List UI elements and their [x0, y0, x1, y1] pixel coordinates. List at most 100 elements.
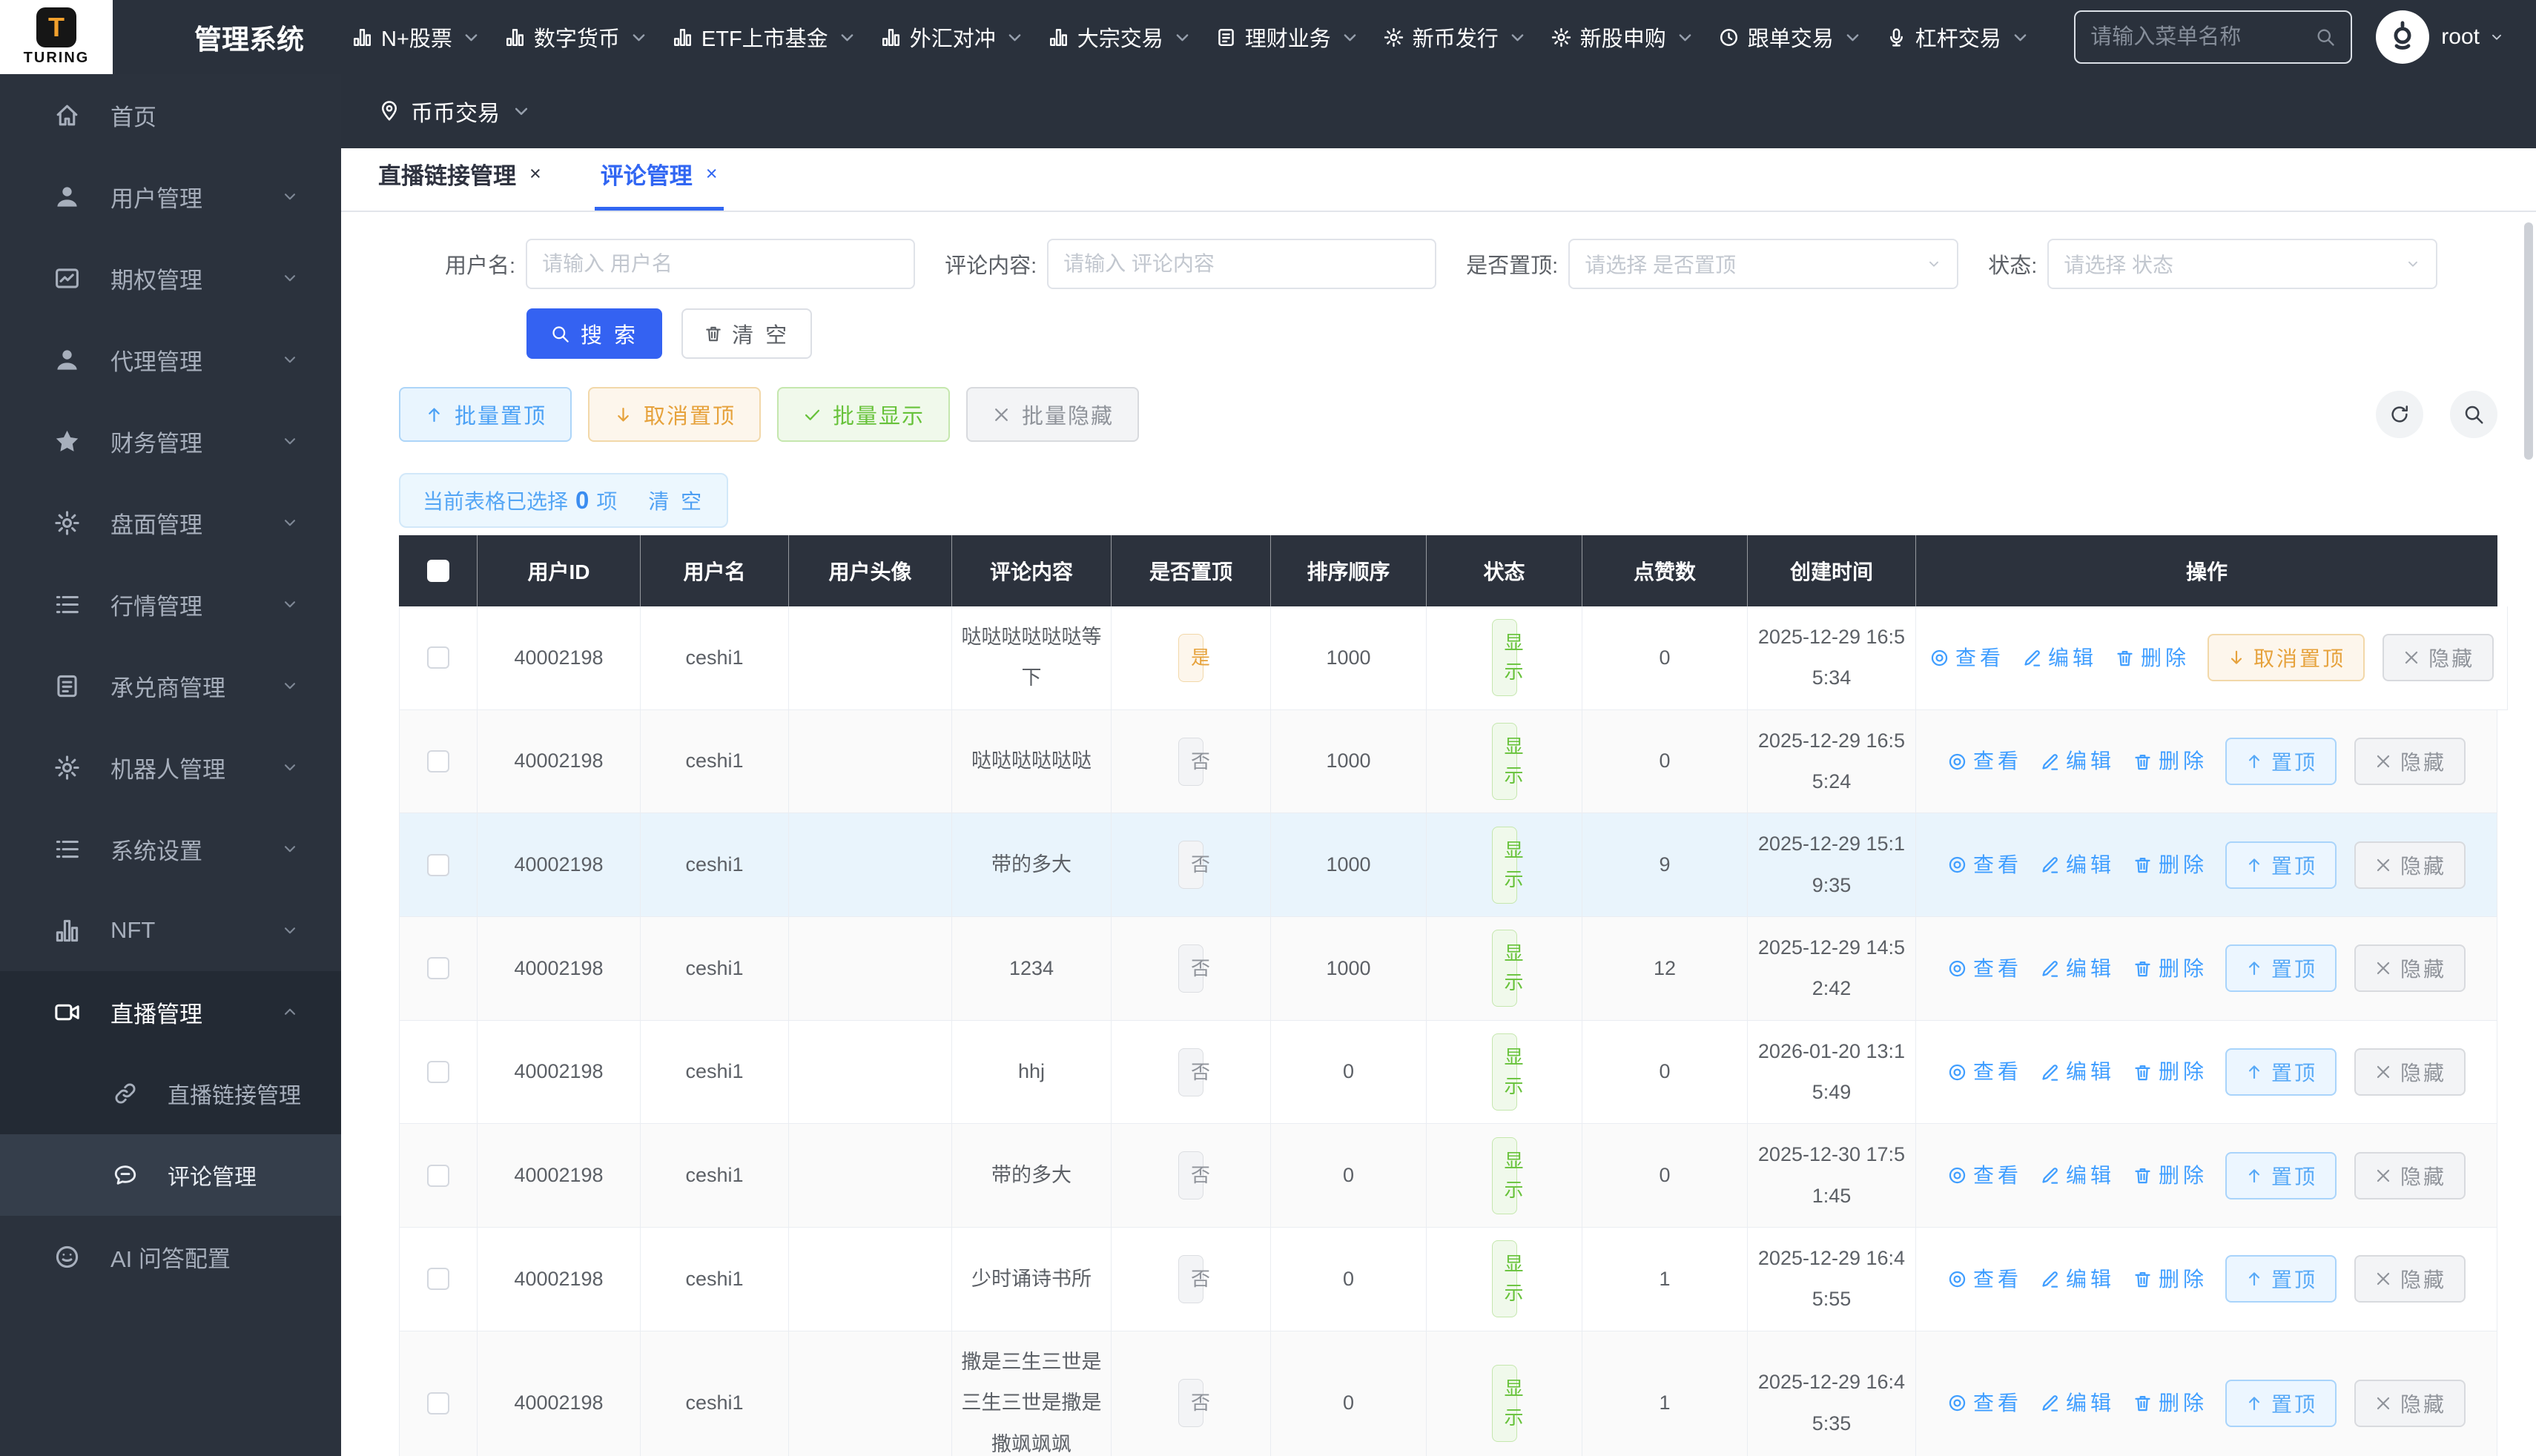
row-checkbox[interactable] [427, 1061, 449, 1083]
vertical-scrollbar[interactable] [2524, 222, 2533, 460]
top-menu-item[interactable]: 大宗交易 [1048, 21, 1193, 53]
select-all-checkbox[interactable] [427, 560, 449, 582]
clear-button[interactable]: 清 空 [681, 308, 812, 359]
tab-close-icon[interactable]: × [706, 162, 718, 185]
top-menu-item[interactable]: 外汇对冲 [880, 21, 1026, 53]
tab-close-icon[interactable]: × [529, 162, 541, 185]
row-checkbox[interactable] [427, 750, 449, 772]
toggle-top-button[interactable]: 置顶 [2225, 841, 2337, 889]
comment-filter-input[interactable] [1047, 239, 1436, 289]
top-menu-item[interactable]: 杠杆交易 [1886, 21, 2031, 53]
delete-link[interactable]: 删除 [2133, 844, 2208, 886]
batch-action-button[interactable]: 批量置顶 [399, 387, 572, 442]
delete-link[interactable]: 删除 [2133, 1258, 2208, 1300]
edit-link[interactable]: 编辑 [2040, 844, 2115, 886]
x-icon [2374, 959, 2393, 978]
hide-button[interactable]: 隐藏 [2354, 1152, 2466, 1199]
delete-link[interactable]: 删除 [2115, 637, 2190, 679]
top-menu-item[interactable]: N+股票 [351, 21, 482, 53]
pinned-filter-select[interactable]: 请选择 是否置顶 [1568, 239, 1958, 289]
top-menu-item[interactable]: 新币发行 [1383, 21, 1528, 53]
toggle-top-button[interactable]: 置顶 [2225, 1048, 2337, 1096]
view-link[interactable]: 查看 [1947, 1258, 2022, 1300]
selection-clear-link[interactable]: 清 空 [648, 486, 704, 515]
logo[interactable]: T TURING [0, 0, 113, 74]
hide-button[interactable]: 隐藏 [2354, 738, 2466, 785]
page-tab[interactable]: 评论管理 × [595, 157, 724, 211]
delete-link[interactable]: 删除 [2133, 1050, 2208, 1093]
delete-link[interactable]: 删除 [2133, 740, 2208, 782]
sidebar-item[interactable]: 用户管理 [0, 156, 341, 237]
delete-link[interactable]: 删除 [2133, 1154, 2208, 1197]
view-link[interactable]: 查看 [1947, 1050, 2022, 1093]
row-checkbox[interactable] [427, 1392, 449, 1414]
top-menu-item[interactable]: 理财业务 [1215, 21, 1361, 53]
edit-link[interactable]: 编辑 [2022, 637, 2097, 679]
page-tab[interactable]: 直播链接管理 × [372, 157, 547, 211]
edit-link[interactable]: 编辑 [2040, 1382, 2115, 1424]
refresh-button[interactable] [2376, 391, 2423, 438]
top-menu-item[interactable]: 跟单交易 [1718, 21, 1863, 53]
row-checkbox[interactable] [427, 646, 449, 669]
toggle-top-button[interactable]: 取消置顶 [2208, 634, 2365, 681]
toggle-top-button[interactable]: 置顶 [2225, 1152, 2337, 1199]
view-link[interactable]: 查看 [1947, 740, 2022, 782]
hide-button[interactable]: 隐藏 [2354, 944, 2466, 992]
sidebar-item[interactable]: 期权管理 [0, 237, 341, 319]
sidebar-item[interactable]: 直播链接管理 [0, 1053, 341, 1134]
row-checkbox[interactable] [427, 854, 449, 876]
edit-link[interactable]: 编辑 [2040, 1258, 2115, 1300]
edit-link[interactable]: 编辑 [2040, 1050, 2115, 1093]
toggle-top-button[interactable]: 置顶 [2225, 944, 2337, 992]
view-link[interactable]: 查看 [1929, 637, 2004, 679]
market-selector[interactable]: 币币交易 [341, 74, 2536, 148]
row-checkbox[interactable] [427, 1268, 449, 1290]
toggle-top-button[interactable]: 置顶 [2225, 738, 2337, 785]
edit-link[interactable]: 编辑 [2040, 740, 2115, 782]
row-checkbox[interactable] [427, 1165, 449, 1187]
search-button[interactable]: 搜 索 [526, 308, 662, 359]
user-avatar[interactable] [2376, 10, 2429, 64]
cell-username: ceshi1 [641, 1021, 789, 1125]
batch-action-button[interactable]: 取消置顶 [588, 387, 761, 442]
batch-action-button[interactable]: 批量显示 [777, 387, 950, 442]
username-filter-input[interactable] [526, 239, 915, 289]
sidebar-item[interactable]: AI 问答配置 [0, 1216, 341, 1297]
toggle-top-button[interactable]: 置顶 [2225, 1380, 2337, 1427]
sidebar-item[interactable]: 承兑商管理 [0, 645, 341, 727]
sidebar-item[interactable]: NFT [0, 890, 341, 971]
hide-button[interactable]: 隐藏 [2354, 1380, 2466, 1427]
sidebar-item[interactable]: 机器人管理 [0, 727, 341, 808]
delete-link[interactable]: 删除 [2133, 1382, 2208, 1424]
view-link[interactable]: 查看 [1947, 1382, 2022, 1424]
sidebar-item[interactable]: 首页 [0, 74, 341, 156]
sidebar-item[interactable]: 行情管理 [0, 563, 341, 645]
hide-button[interactable]: 隐藏 [2383, 634, 2494, 681]
row-checkbox[interactable] [427, 957, 449, 979]
sidebar-item[interactable]: 评论管理 [0, 1134, 341, 1216]
view-link[interactable]: 查看 [1947, 947, 2022, 990]
view-link[interactable]: 查看 [1947, 1154, 2022, 1197]
sidebar-item[interactable]: 盘面管理 [0, 482, 341, 563]
sidebar-item[interactable]: 系统设置 [0, 808, 341, 890]
hide-button[interactable]: 隐藏 [2354, 841, 2466, 889]
status-filter-select[interactable]: 请选择 状态 [2047, 239, 2437, 289]
edit-link[interactable]: 编辑 [2040, 947, 2115, 990]
sidebar-item[interactable]: 代理管理 [0, 319, 341, 400]
batch-action-button[interactable]: 批量隐藏 [966, 387, 1139, 442]
sidebar-item[interactable]: 直播管理 [0, 971, 341, 1053]
menu-search-input[interactable] [2090, 25, 2305, 50]
top-menu-item[interactable]: 新股申购 [1551, 21, 1696, 53]
user-menu[interactable]: root [2441, 24, 2505, 50]
hide-button[interactable]: 隐藏 [2354, 1255, 2466, 1303]
hide-button[interactable]: 隐藏 [2354, 1048, 2466, 1096]
view-link[interactable]: 查看 [1947, 844, 2022, 886]
toggle-top-button[interactable]: 置顶 [2225, 1255, 2337, 1303]
table-row: 40002198 ceshi1 带的多大 否 1000 显示 9 2025-12… [399, 813, 2497, 917]
sidebar-item[interactable]: 财务管理 [0, 400, 341, 482]
delete-link[interactable]: 删除 [2133, 947, 2208, 990]
edit-link[interactable]: 编辑 [2040, 1154, 2115, 1197]
top-menu-item[interactable]: 数字货币 [504, 21, 650, 53]
top-menu-item[interactable]: ETF上市基金 [672, 21, 858, 53]
zoom-search-button[interactable] [2450, 391, 2497, 438]
